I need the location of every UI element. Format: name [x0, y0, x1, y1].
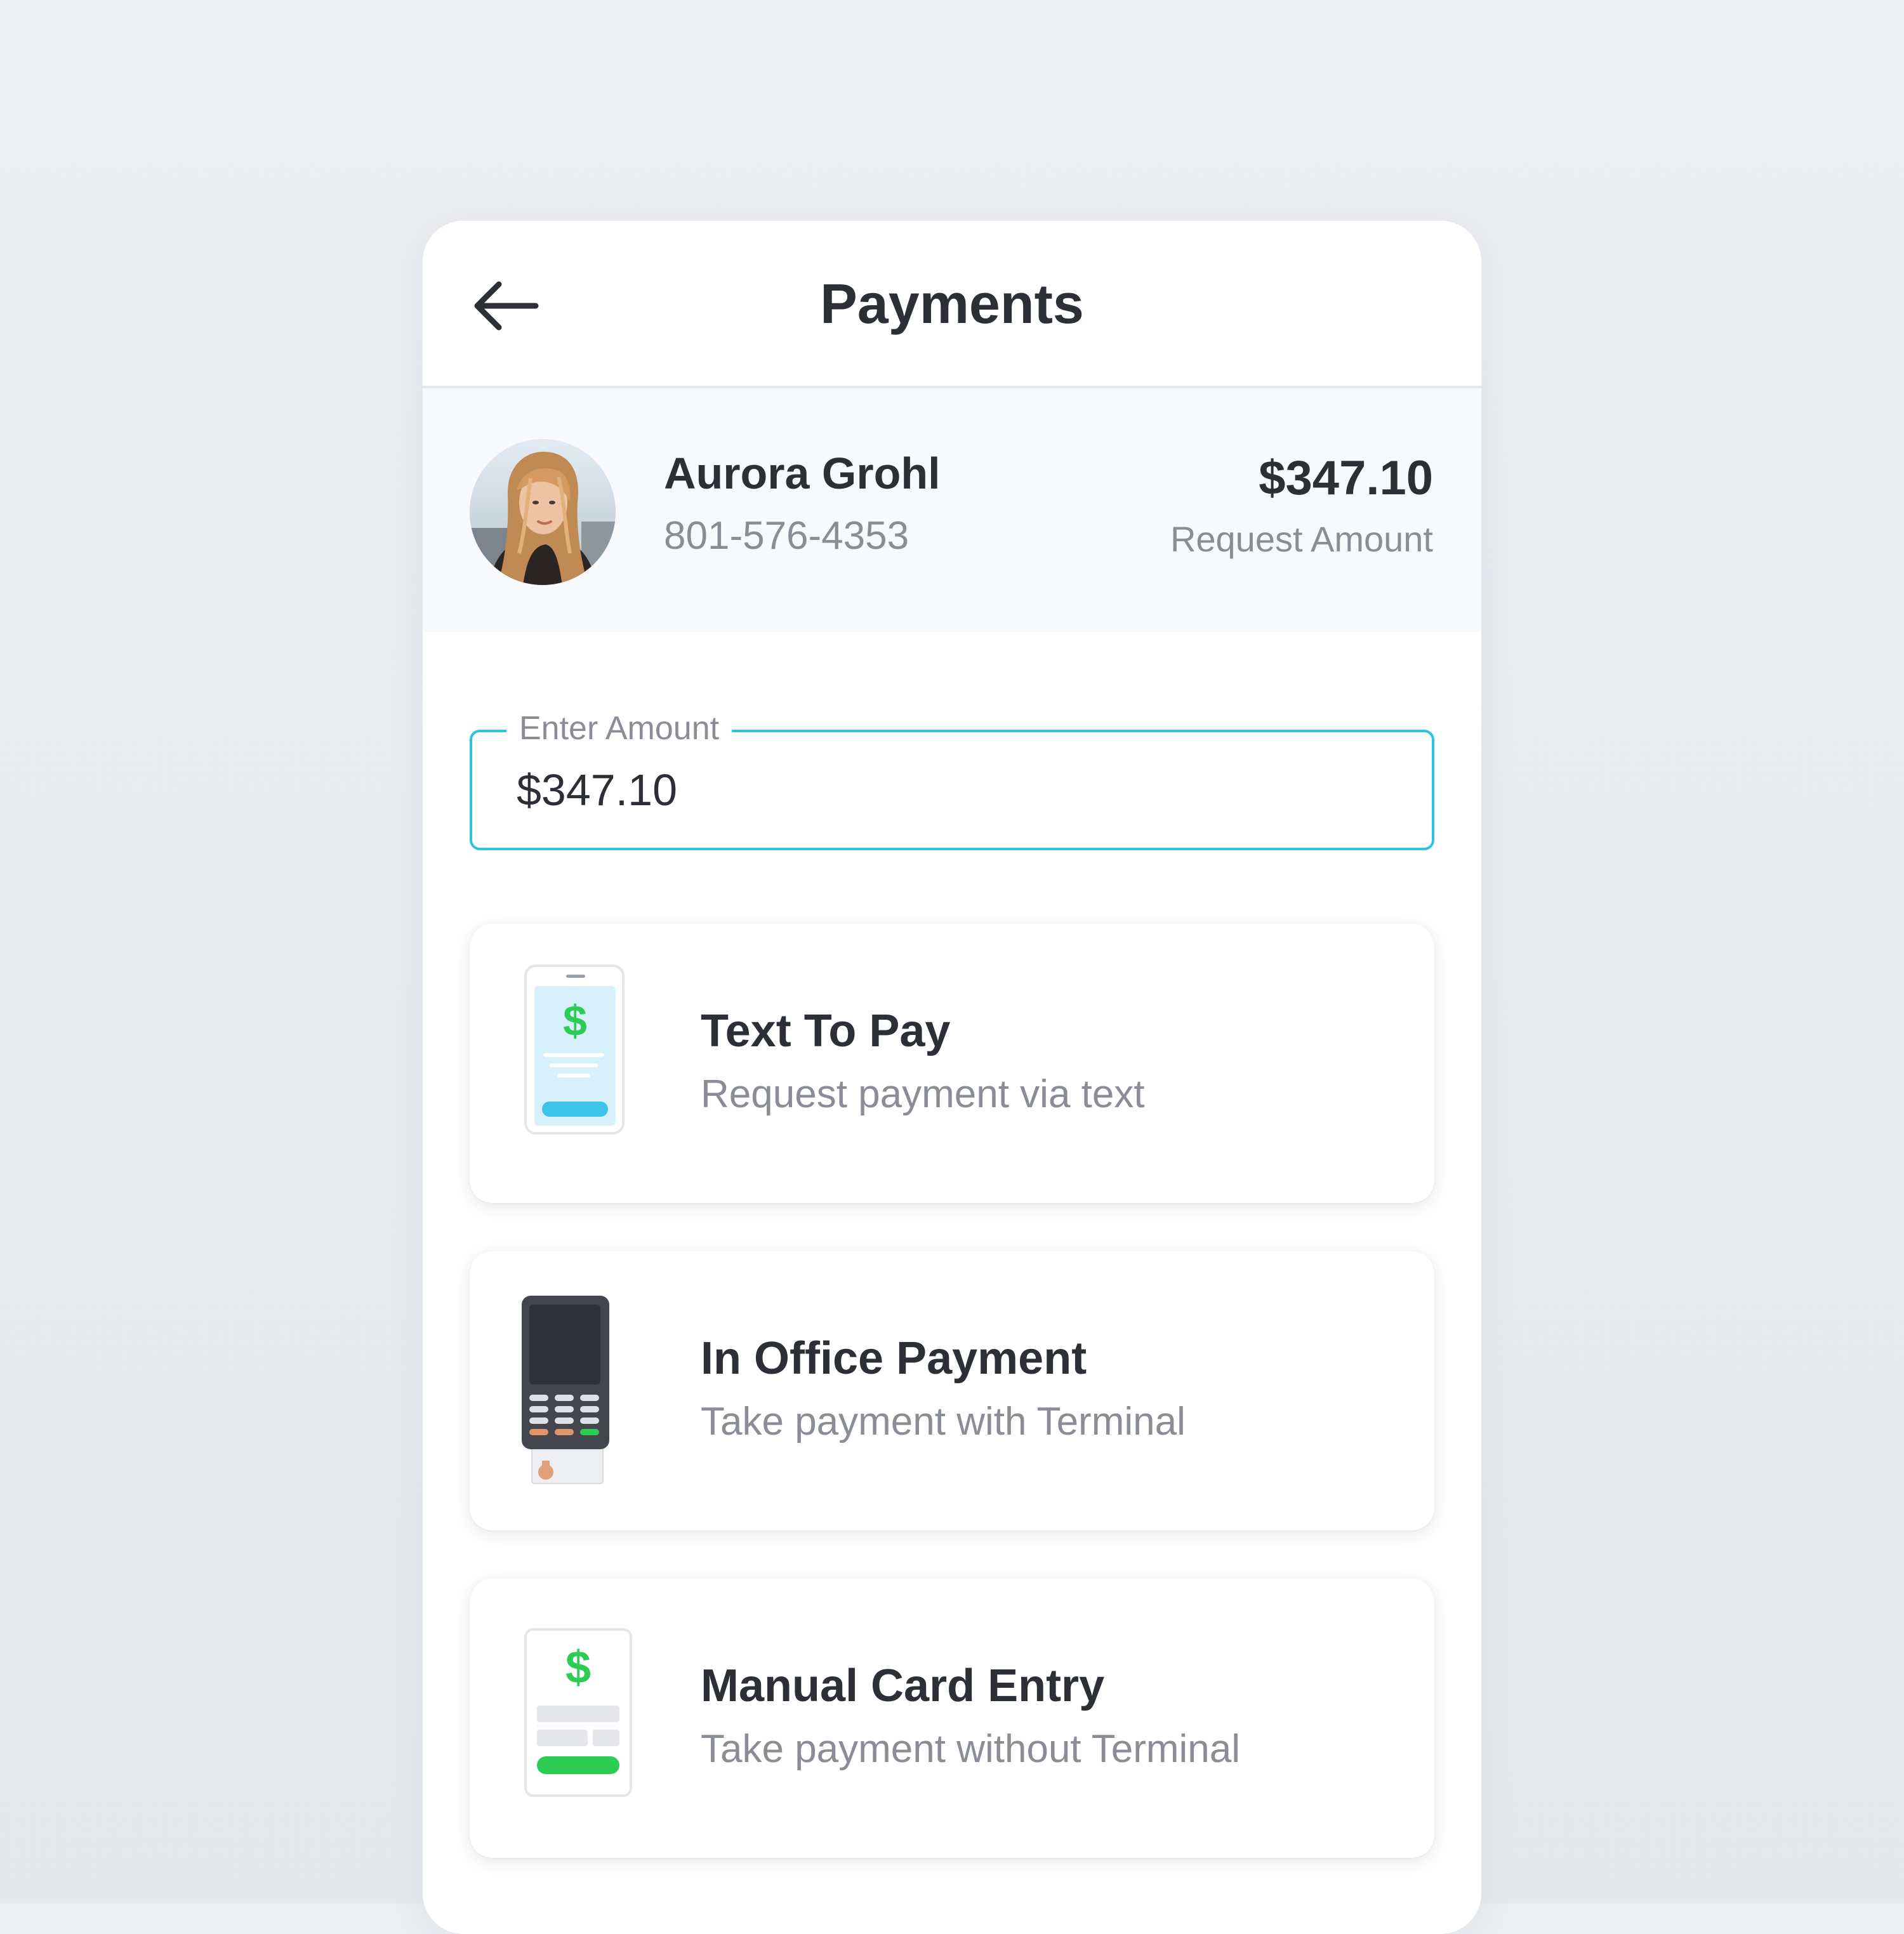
option-subtitle: Request payment via text: [701, 1072, 1145, 1116]
customer-summary: Aurora Grohl 801-576-4353 $347.10 Reques…: [423, 388, 1481, 632]
customer-name: Aurora Grohl: [664, 449, 941, 498]
manual-card-form-icon: $: [518, 1617, 645, 1820]
amount-field-label: Enter Amount: [506, 706, 732, 752]
text-to-pay-option[interactable]: $ Text To Pay Request payment via text: [470, 924, 1434, 1203]
phone-text-to-pay-icon: $: [518, 962, 645, 1165]
customer-phone: 801-576-4353: [664, 514, 909, 558]
manual-card-entry-option[interactable]: $ Manual Card Entry Take payment without…: [470, 1579, 1434, 1858]
avatar: [470, 439, 616, 585]
amount-field[interactable]: Enter Amount: [470, 706, 1434, 850]
amount-input[interactable]: [517, 761, 1392, 819]
header-bar: Payments: [423, 221, 1481, 388]
request-amount-value: $347.10: [1259, 451, 1433, 505]
svg-text:$: $: [563, 997, 587, 1045]
option-subtitle: Take payment with Terminal: [701, 1400, 1186, 1444]
in-office-payment-option[interactable]: In Office Payment Take payment with Term…: [470, 1251, 1434, 1530]
option-title: In Office Payment: [701, 1333, 1087, 1384]
payments-screen: Payments Aurora Grohl 801-576-4353 $347.…: [423, 221, 1481, 1934]
option-title: Text To Pay: [701, 1006, 951, 1056]
page-title: Payments: [820, 272, 1084, 335]
option-subtitle: Take payment without Terminal: [701, 1727, 1241, 1771]
request-amount-label: Request Amount: [1170, 519, 1433, 559]
card-terminal-icon: [518, 1289, 645, 1492]
option-title: Manual Card Entry: [701, 1661, 1105, 1711]
svg-text:$: $: [565, 1642, 591, 1693]
